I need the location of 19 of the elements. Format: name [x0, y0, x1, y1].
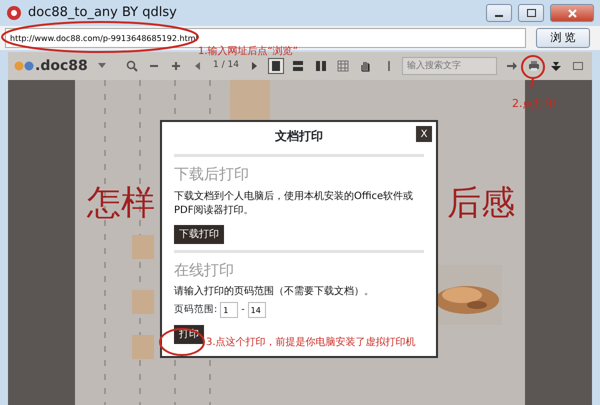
page-to-field[interactable]: 14	[248, 302, 266, 318]
annotation-text: 1.输入网址后点“浏览”	[198, 47, 298, 57]
browse-button[interactable]: 浏 览	[536, 28, 590, 48]
range-label: 页码范围:	[174, 302, 218, 317]
heading-text: 后感	[447, 182, 515, 225]
annotation-text: 3.点这个打印，前提是你电脑安装了虚拟打印机	[206, 336, 416, 350]
section-heading: 在线打印	[174, 260, 235, 280]
logo-text: .doc88	[35, 56, 88, 76]
section-heading: 下载后打印	[174, 164, 250, 185]
range-separator: -	[241, 302, 245, 317]
description-text: 下载文档到个人电脑后，使用本机安装的Office软件或PDF阅读器打印。	[174, 190, 414, 218]
window-title: doc88_to_any BY qdlsy	[28, 4, 177, 22]
close-button[interactable]: X	[416, 126, 432, 142]
heading-text: 怎样	[87, 182, 155, 225]
search-field[interactable]: 输入搜索文字	[402, 57, 498, 75]
description-text: 请输入打印的页码范围（不需要下载文档）。	[174, 285, 375, 299]
download-print-button[interactable]: 下载打印	[174, 224, 224, 244]
page-from-field[interactable]: 1	[220, 302, 238, 318]
page-indicator: 1 / 14	[213, 59, 239, 72]
